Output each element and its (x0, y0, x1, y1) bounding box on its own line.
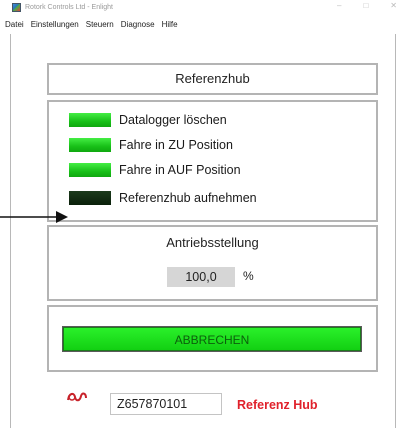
pointer-arrow-icon (0, 211, 68, 223)
menu-datei[interactable]: Datei (5, 20, 24, 29)
rotork-logo-icon (67, 392, 87, 402)
status-label: Fahre in ZU Position (119, 138, 233, 152)
status-label: Datalogger löschen (119, 113, 227, 127)
drive-position-panel: Antriebsstellung 100,0 % (47, 225, 378, 301)
abort-button[interactable]: ABBRECHEN (62, 326, 362, 352)
drive-position-value: 100,0 (167, 267, 235, 287)
abort-panel: ABBRECHEN (47, 305, 378, 372)
maximize-button[interactable]: □ (363, 1, 368, 10)
status-led-off (69, 191, 111, 205)
app-icon (12, 2, 21, 12)
status-row-auf: Fahre in AUF Position (69, 163, 241, 177)
status-row-datalogger: Datalogger löschen (69, 113, 227, 127)
serial-number-field: Z657870101 (110, 393, 222, 415)
drive-position-unit: % (243, 269, 254, 283)
menu-bar: Datei Einstellungen Steuern Diagnose Hil… (5, 14, 405, 34)
minimize-button[interactable]: – (337, 1, 341, 10)
window-title: Rotork Controls Ltd - Enlight (25, 3, 113, 11)
status-panel: Datalogger löschen Fahre in ZU Position … (47, 100, 378, 222)
menu-steuern[interactable]: Steuern (86, 20, 114, 29)
page-title: Referenzhub (175, 71, 250, 86)
header-panel: Referenzhub (47, 63, 378, 95)
status-led-on (69, 113, 111, 127)
status-row-referenzhub: Referenzhub aufnehmen (69, 191, 257, 205)
menu-hilfe[interactable]: Hilfe (162, 20, 178, 29)
footer-status-text: Referenz Hub (237, 398, 318, 412)
status-led-on (69, 163, 111, 177)
menu-diagnose[interactable]: Diagnose (121, 20, 155, 29)
status-label: Referenzhub aufnehmen (119, 191, 257, 205)
status-row-zu: Fahre in ZU Position (69, 138, 233, 152)
drive-position-title: Antriebsstellung (166, 235, 259, 250)
close-button[interactable]: ✕ (390, 1, 397, 10)
status-label: Fahre in AUF Position (119, 163, 241, 177)
menu-einstellungen[interactable]: Einstellungen (31, 20, 79, 29)
window-controls: – □ ✕ (337, 1, 397, 10)
status-led-on (69, 138, 111, 152)
